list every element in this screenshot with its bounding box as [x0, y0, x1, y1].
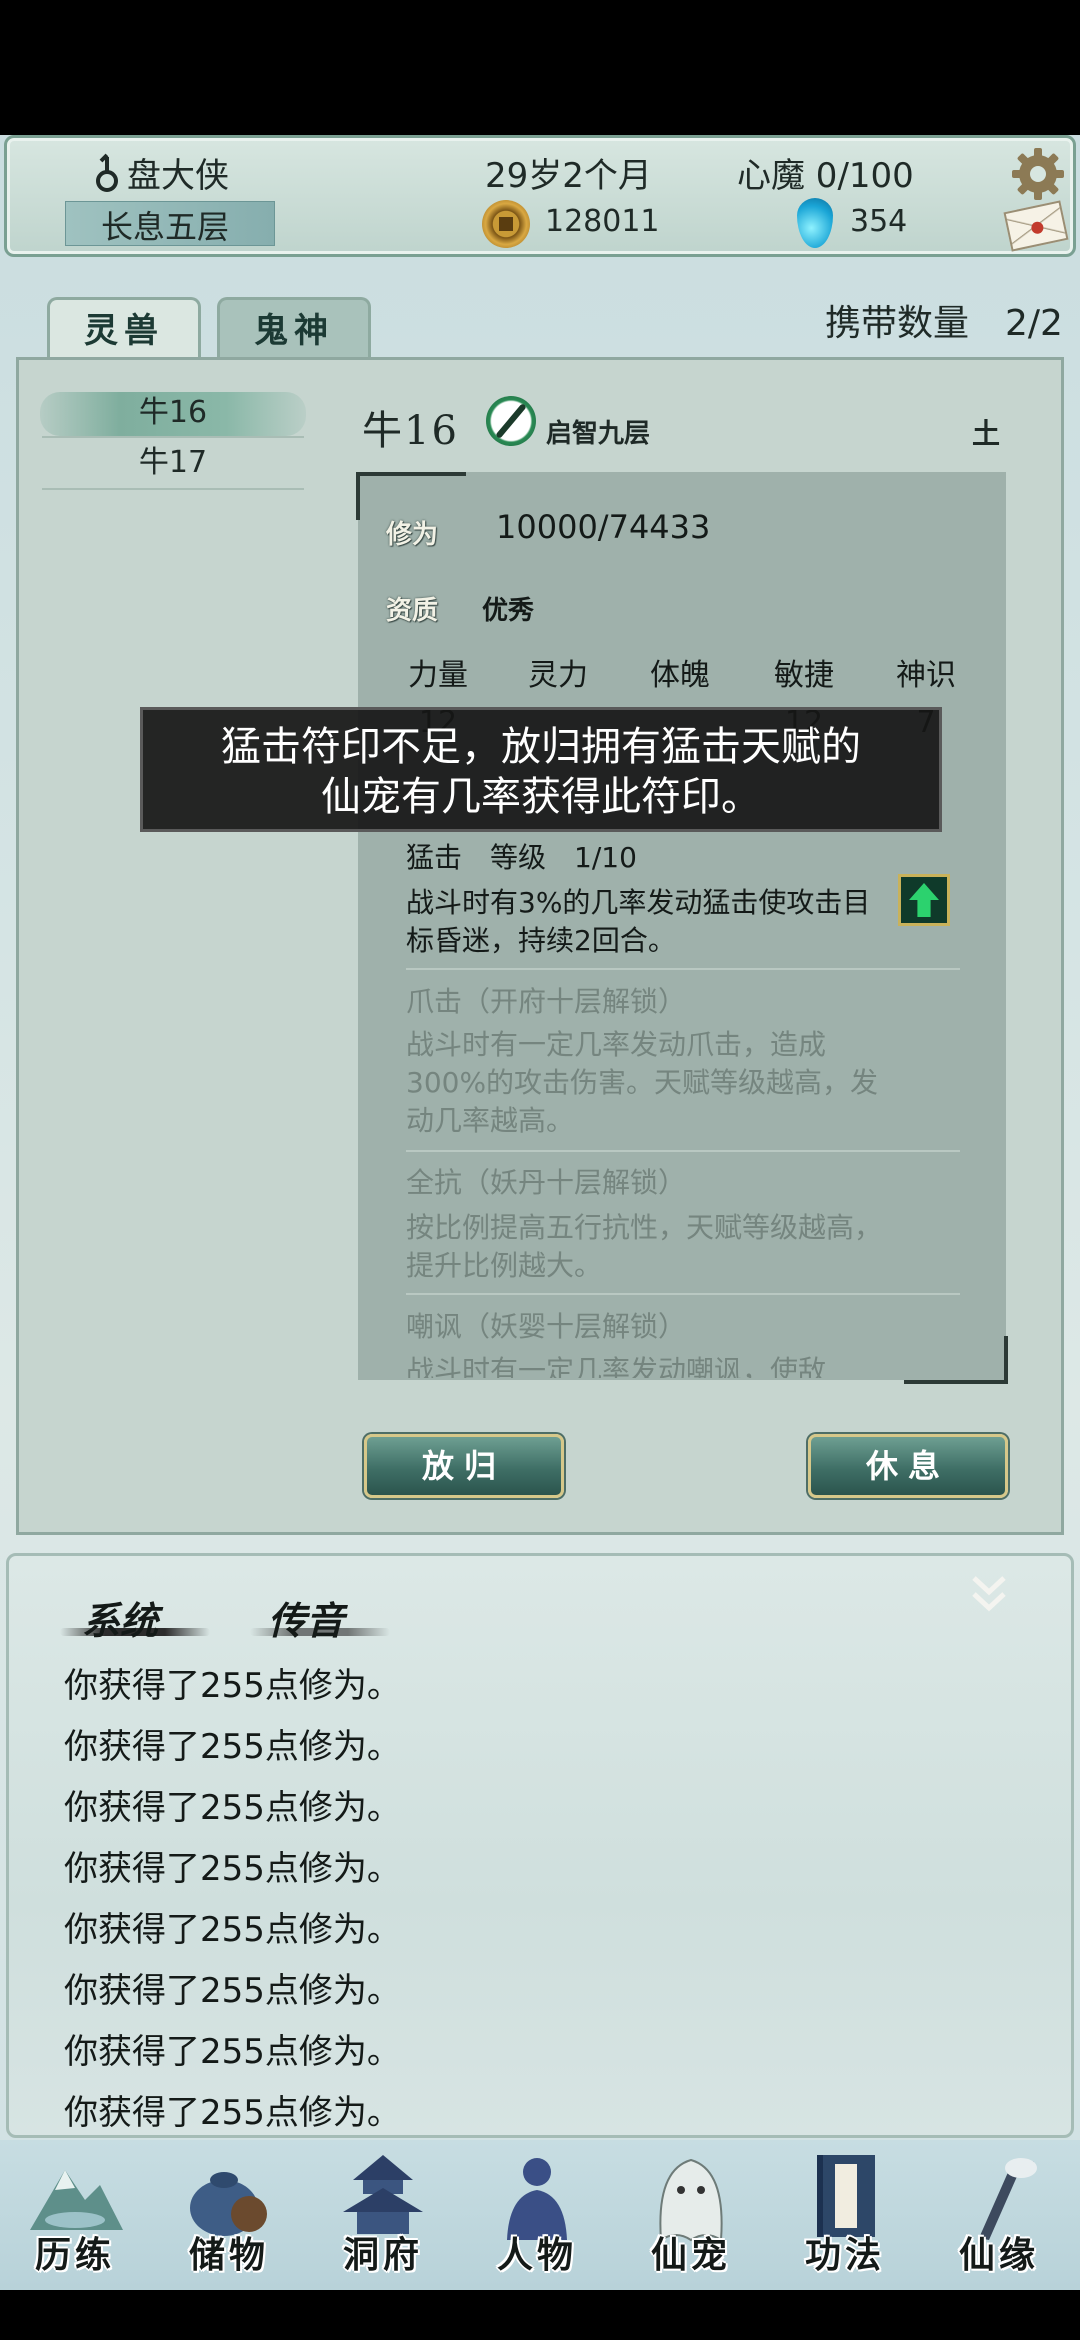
- status-bar: [0, 0, 1080, 135]
- realm-text: 长息五层: [100, 208, 229, 246]
- nav-label: 储物: [188, 2234, 269, 2276]
- nav-label: 仙宠: [650, 2234, 731, 2276]
- chat-message: 你获得了255点修为。: [64, 1666, 401, 1706]
- skill-description: 战斗时有一定几率发动嘲讽，使敌: [406, 1354, 827, 1378]
- toast-line: 猛击符印不足，放归拥有猛击天赋的: [221, 724, 861, 770]
- chat-message: 你获得了255点修为。: [64, 1788, 401, 1828]
- copper-coin-icon: [482, 200, 530, 248]
- stat-label-sense: 神识: [896, 658, 956, 693]
- pet-element: 土: [972, 417, 1001, 450]
- pet-list-divider: [42, 436, 304, 438]
- stat-label-strength: 力量: [408, 658, 468, 693]
- skill-divider: [406, 968, 960, 970]
- chat-tab-whisper[interactable]: 传音: [268, 1590, 344, 1645]
- tab-spirit-beasts[interactable]: 灵兽: [47, 297, 201, 363]
- carry-count: 携带数量 2/2: [825, 303, 1063, 344]
- toast-message: 猛击符印不足，放归拥有猛击天赋的 仙宠有几率获得此符印。: [140, 707, 942, 832]
- chat-message: 你获得了255点修为。: [64, 1727, 401, 1767]
- skill-title: 全抗（妖丹十层解锁）: [406, 1166, 687, 1199]
- spirit-stone-icon: [797, 198, 833, 248]
- skill-title: 爪击（开府十层解锁）: [406, 985, 687, 1018]
- player-age: 29岁2个月: [485, 156, 652, 196]
- pet-stage: 启智九层: [546, 419, 651, 449]
- cultivation-value: 10000/74433: [496, 508, 711, 546]
- skill-title: 猛击 等级 1/10: [406, 841, 637, 874]
- chat-message: 你获得了255点修为。: [64, 1910, 401, 1950]
- coin-count: 128011: [545, 204, 660, 239]
- skill-description: 按比例提高五行抗性，天赋等级越高，提升比例越大。: [406, 1211, 883, 1282]
- frame-corner: [356, 472, 466, 520]
- skill-divider: [406, 1150, 960, 1152]
- pet-name: 牛16: [362, 408, 459, 454]
- rest-button[interactable]: 休息: [808, 1434, 1008, 1498]
- nav-character[interactable]: 人物: [462, 2150, 612, 2290]
- tab-ghost-gods[interactable]: 鬼神: [217, 297, 371, 363]
- stat-label-agility: 敏捷: [774, 658, 834, 693]
- chat-message: 你获得了255点修为。: [64, 1849, 401, 1889]
- pet-list-divider: [42, 488, 304, 490]
- toast-line: 仙宠有几率获得此符印。: [321, 774, 761, 820]
- skill-description: 战斗时有3%的几率发动猛击使攻击目标昏迷，持续2回合。: [406, 886, 871, 957]
- nav-label: 仙缘: [958, 2234, 1039, 2276]
- nav-cave[interactable]: 洞府: [308, 2150, 458, 2290]
- mail-envelope-icon[interactable]: [1003, 200, 1069, 252]
- gear-icon[interactable]: [1010, 146, 1066, 202]
- release-button[interactable]: 放归: [364, 1434, 564, 1498]
- system-nav-bar: [0, 2290, 1080, 2340]
- skill-upgrade-button[interactable]: [898, 874, 950, 926]
- skill-title: 嘲讽（妖婴十层解锁）: [406, 1310, 687, 1343]
- gem-count: 354: [850, 204, 908, 239]
- frame-corner: [904, 1336, 1008, 1384]
- chat-tab-system[interactable]: 系统: [82, 1590, 158, 1645]
- nav-label: 洞府: [342, 2234, 423, 2276]
- nav-label: 功法: [804, 2234, 885, 2276]
- cultivation-label: 修为: [386, 520, 439, 550]
- heart-demon-counter: 心魔 0/100: [737, 156, 914, 196]
- player-header: 盘大侠 长息五层 29岁2个月 心魔 0/100 128011 354: [4, 135, 1076, 257]
- male-symbol-icon: [96, 153, 118, 192]
- nav-techniques[interactable]: 功法: [770, 2150, 920, 2290]
- nav-label: 历练: [34, 2234, 115, 2276]
- stat-label-physique: 体魄: [650, 658, 710, 693]
- brush-rename-icon[interactable]: [486, 396, 536, 446]
- skill-divider: [406, 1293, 960, 1295]
- nav-pets[interactable]: 仙宠: [616, 2150, 766, 2290]
- chat-message: 你获得了255点修为。: [64, 2093, 401, 2133]
- double-chevron-down-icon[interactable]: [968, 1572, 1010, 1618]
- pet-list-item[interactable]: 牛17: [42, 440, 304, 486]
- nav-storage[interactable]: 储物: [154, 2150, 304, 2290]
- chat-message: 你获得了255点修为。: [64, 1971, 401, 2011]
- pet-list-item[interactable]: 牛16: [42, 390, 304, 436]
- chat-message: 你获得了255点修为。: [64, 2032, 401, 2072]
- stat-label-spirit: 灵力: [528, 658, 588, 693]
- skill-description: 战斗时有一定几率发动爪击，造成300%的攻击伤害。天赋等级越高，发动几率越高。: [406, 1028, 879, 1137]
- nav-fate[interactable]: 仙缘: [924, 2150, 1074, 2290]
- nav-training[interactable]: 历练: [0, 2150, 150, 2290]
- aptitude-label: 资质: [386, 596, 439, 626]
- player-name: 盘大侠: [127, 156, 229, 196]
- nav-label: 人物: [496, 2234, 577, 2276]
- aptitude-value: 优秀: [482, 596, 535, 626]
